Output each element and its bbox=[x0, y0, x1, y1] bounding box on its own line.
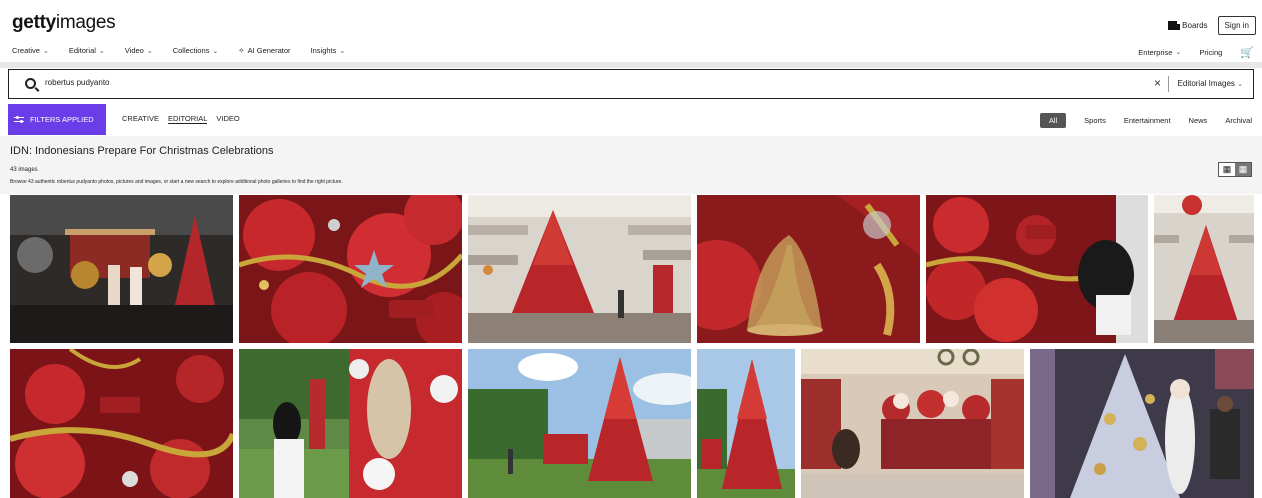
cart-icon[interactable]: 🛒 bbox=[1240, 46, 1254, 59]
clear-icon[interactable]: × bbox=[1154, 76, 1161, 90]
nav-creative[interactable]: Creative ⌄ bbox=[12, 46, 49, 55]
nav-insights[interactable]: Insights ⌄ bbox=[311, 46, 346, 55]
image-tile[interactable] bbox=[239, 349, 462, 498]
nav-pricing[interactable]: Pricing bbox=[1199, 48, 1222, 57]
header-divider bbox=[0, 62, 1262, 68]
nav-editorial[interactable]: Editorial ⌄ bbox=[69, 46, 105, 55]
nav-video[interactable]: Video ⌄ bbox=[125, 46, 153, 55]
category-news[interactable]: News bbox=[1189, 116, 1208, 125]
image-tile[interactable] bbox=[926, 195, 1148, 343]
category-all[interactable]: All bbox=[1039, 113, 1067, 128]
grid-view-icon[interactable]: ▦ bbox=[1219, 163, 1235, 176]
chevron-down-icon: ⌄ bbox=[1175, 49, 1182, 56]
mosaic-view-icon[interactable]: ▦ bbox=[1235, 163, 1251, 176]
image-tile[interactable] bbox=[801, 349, 1024, 498]
chevron-down-icon: ⌄ bbox=[1237, 81, 1243, 88]
sparkle-icon: ✧ bbox=[238, 46, 245, 55]
image-tile[interactable] bbox=[697, 195, 920, 343]
photo bbox=[10, 195, 233, 343]
category-archival[interactable]: Archival bbox=[1225, 116, 1252, 125]
search-icon[interactable] bbox=[25, 78, 36, 89]
category-sports[interactable]: Sports bbox=[1084, 116, 1106, 125]
photo bbox=[926, 195, 1148, 343]
filter-sliders-icon bbox=[14, 115, 24, 124]
image-tile[interactable] bbox=[10, 195, 233, 343]
category-entertainment[interactable]: Entertainment bbox=[1124, 116, 1171, 125]
photo bbox=[468, 349, 691, 498]
nav-enterprise[interactable]: Enterprise ⌄ bbox=[1138, 48, 1181, 57]
photo bbox=[1030, 349, 1254, 498]
nav-right: Enterprise ⌄ Pricing 🛒 bbox=[1138, 46, 1254, 59]
photo bbox=[468, 195, 691, 343]
tab-editorial[interactable]: EDITORIAL bbox=[167, 114, 208, 124]
photo bbox=[239, 195, 462, 343]
chevron-down-icon: ⌄ bbox=[212, 47, 219, 55]
category-filters: All Sports Entertainment News Archival bbox=[1039, 113, 1252, 128]
boards-link[interactable]: Boards bbox=[1168, 21, 1208, 30]
image-tile[interactable] bbox=[468, 195, 691, 343]
filters-applied-button[interactable]: FILTERS APPLIED bbox=[8, 104, 106, 135]
tab-creative[interactable]: CREATIVE bbox=[122, 114, 159, 124]
image-tile[interactable] bbox=[1030, 349, 1254, 498]
photo bbox=[239, 349, 462, 498]
tab-video[interactable]: VIDEO bbox=[216, 114, 239, 124]
chevron-down-icon: ⌄ bbox=[42, 47, 49, 55]
account-area: Boards Sign in bbox=[1168, 16, 1256, 35]
asset-type-tabs: CREATIVE EDITORIAL VIDEO bbox=[122, 114, 240, 124]
photo bbox=[697, 349, 795, 498]
photo bbox=[1154, 195, 1254, 343]
search-divider bbox=[1168, 76, 1169, 92]
image-type-select[interactable]: Editorial Images ⌄ bbox=[1178, 79, 1243, 88]
photo bbox=[10, 349, 233, 498]
results-title: IDN: Indonesians Prepare For Christmas C… bbox=[10, 145, 274, 157]
image-tile[interactable] bbox=[697, 349, 795, 498]
chevron-down-icon: ⌄ bbox=[146, 47, 153, 55]
view-toggle: ▦ ▦ bbox=[1218, 162, 1252, 177]
photo bbox=[697, 195, 920, 343]
chevron-down-icon: ⌄ bbox=[98, 47, 105, 55]
getty-logo[interactable]: gettyimages bbox=[12, 12, 116, 34]
main-nav: Creative ⌄ Editorial ⌄ Video ⌄ Collections ⌄… bbox=[12, 46, 345, 55]
boards-icon bbox=[1168, 21, 1181, 30]
image-tile[interactable] bbox=[1154, 195, 1254, 343]
image-tile[interactable] bbox=[10, 349, 233, 498]
search-input[interactable] bbox=[45, 78, 945, 87]
signin-button[interactable]: Sign in bbox=[1217, 16, 1256, 35]
chevron-down-icon: ⌄ bbox=[339, 47, 346, 55]
search-bar: × Editorial Images ⌄ bbox=[8, 69, 1254, 99]
results-description: Browse 43 authentic robertus pudyanto ph… bbox=[10, 179, 343, 185]
photo bbox=[801, 349, 1024, 498]
nav-ai-generator[interactable]: ✧ AI Generator bbox=[238, 46, 290, 55]
results-count: 43 images bbox=[10, 167, 38, 173]
image-tile[interactable] bbox=[468, 349, 691, 498]
nav-collections[interactable]: Collections ⌄ bbox=[173, 46, 219, 55]
image-tile[interactable] bbox=[239, 195, 462, 343]
